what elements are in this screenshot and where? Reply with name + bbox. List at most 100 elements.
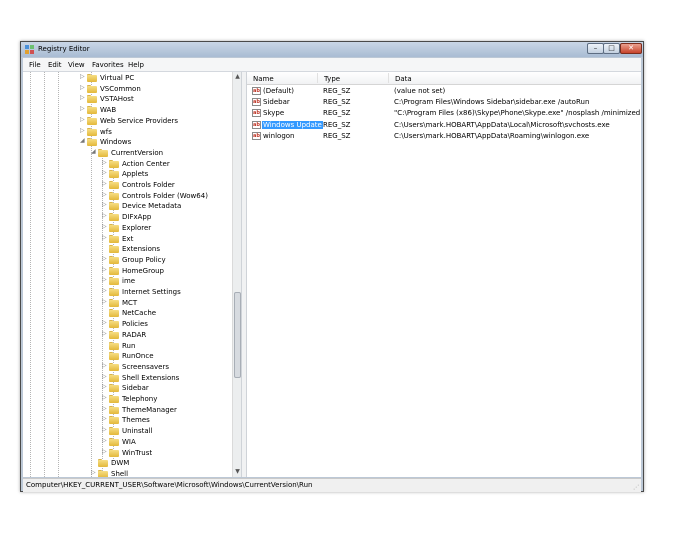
- column-header-type[interactable]: Type: [324, 75, 340, 83]
- tree-item[interactable]: ▷ Policies: [23, 319, 232, 329]
- tree-item[interactable]: ▷ wfs: [23, 127, 232, 137]
- tree-item[interactable]: ▷ Device Metadata: [23, 201, 232, 211]
- expand-arrow-icon[interactable]: ▷: [80, 116, 86, 123]
- expand-arrow-icon[interactable]: ▷: [102, 266, 108, 273]
- tree-item[interactable]: ▷ Internet Settings: [23, 287, 232, 297]
- scrollbar-thumb[interactable]: [234, 292, 241, 378]
- expand-arrow-icon[interactable]: ▷: [102, 276, 108, 283]
- tree-item[interactable]: ▷ Telephony: [23, 394, 232, 404]
- tree-item[interactable]: ▷ MCT: [23, 298, 232, 308]
- tree-item[interactable]: ▷ Applets: [23, 169, 232, 179]
- collapse-arrow-icon[interactable]: ◢: [80, 137, 86, 144]
- close-button[interactable]: ✕: [620, 43, 642, 54]
- expand-arrow-icon[interactable]: ▷: [102, 383, 108, 390]
- tree-item[interactable]: Extensions: [23, 244, 232, 254]
- tree-item-label: Explorer: [122, 223, 152, 232]
- tree-item[interactable]: ▷ Controls Folder: [23, 180, 232, 190]
- expand-arrow-icon[interactable]: ▷: [102, 362, 108, 369]
- expand-arrow-icon[interactable]: ▷: [102, 287, 108, 294]
- tree-item[interactable]: ▷ VSCommon: [23, 84, 232, 94]
- tree-item[interactable]: ▷ Web Service Providers: [23, 116, 232, 126]
- value-row[interactable]: ab Sidebar REG_SZ C:\Program Files\Windows …: [247, 97, 641, 108]
- tree-item[interactable]: DWM: [23, 458, 232, 468]
- menu-view[interactable]: View: [68, 61, 85, 69]
- value-row[interactable]: ab Windows Update REG_SZ C:\Users\mark.HOBA…: [247, 120, 641, 131]
- expand-arrow-icon[interactable]: ▷: [102, 373, 108, 380]
- expand-arrow-icon[interactable]: ▷: [102, 191, 108, 198]
- expand-arrow-icon[interactable]: ▷: [80, 84, 86, 91]
- menu-file[interactable]: File: [29, 61, 41, 69]
- value-type: REG_SZ: [323, 120, 351, 129]
- column-header-data[interactable]: Data: [395, 75, 412, 83]
- expand-arrow-icon[interactable]: ▷: [102, 234, 108, 241]
- expand-arrow-icon[interactable]: ▷: [102, 426, 108, 433]
- tree-item[interactable]: ▷ Controls Folder (Wow64): [23, 191, 232, 201]
- expand-arrow-icon[interactable]: ▷: [102, 212, 108, 219]
- expand-arrow-icon[interactable]: ▷: [102, 159, 108, 166]
- expand-arrow-icon[interactable]: ▷: [102, 201, 108, 208]
- tree-item[interactable]: ▷ Screensavers: [23, 362, 232, 372]
- tree-item-label: Group Policy: [122, 255, 166, 264]
- expand-arrow-icon[interactable]: ▷: [102, 255, 108, 262]
- tree-item[interactable]: ▷ Group Policy: [23, 255, 232, 265]
- tree-item[interactable]: ▷ Explorer: [23, 223, 232, 233]
- value-row[interactable]: ab (Default) REG_SZ (value not set): [247, 86, 641, 97]
- expand-arrow-icon[interactable]: ▷: [102, 319, 108, 326]
- resize-grip-icon[interactable]: ⋰: [633, 484, 639, 491]
- tree-item[interactable]: ▷ Sidebar: [23, 383, 232, 393]
- menu-edit[interactable]: Edit: [48, 61, 62, 69]
- expand-arrow-icon[interactable]: ▷: [102, 169, 108, 176]
- expand-arrow-icon[interactable]: ▷: [80, 105, 86, 112]
- tree-item[interactable]: ▷ WinTrust: [23, 448, 232, 458]
- tree-item[interactable]: ▷ Uninstall: [23, 426, 232, 436]
- tree-item[interactable]: NetCache: [23, 308, 232, 318]
- tree-item[interactable]: ▷ Virtual PC: [23, 73, 232, 83]
- tree-item[interactable]: ▷ Ext: [23, 234, 232, 244]
- tree-item[interactable]: ▷ ThemeManager: [23, 405, 232, 415]
- expand-arrow-icon[interactable]: ▷: [102, 394, 108, 401]
- expand-arrow-icon[interactable]: ▷: [102, 437, 108, 444]
- tree-item[interactable]: ▷ DIFxApp: [23, 212, 232, 222]
- expand-arrow-icon[interactable]: ▷: [102, 415, 108, 422]
- tree-item[interactable]: ▷ Action Center: [23, 159, 232, 169]
- expand-arrow-icon[interactable]: ▷: [102, 298, 108, 305]
- maximize-button[interactable]: □: [603, 43, 620, 54]
- column-divider[interactable]: [388, 73, 389, 83]
- expand-arrow-icon[interactable]: ▷: [102, 330, 108, 337]
- tree-item[interactable]: ▷ Shell Extensions: [23, 373, 232, 383]
- scroll-down-arrow-icon[interactable]: ▼: [234, 468, 241, 476]
- expand-arrow-icon[interactable]: ▷: [102, 448, 108, 455]
- tree-item[interactable]: ◢ CurrentVersion: [23, 148, 232, 158]
- menu-help[interactable]: Help: [128, 61, 144, 69]
- expand-arrow-icon[interactable]: ▷: [80, 127, 86, 134]
- tree-item[interactable]: ▷ Shell: [23, 469, 232, 477]
- tree-item[interactable]: ▷ Themes: [23, 415, 232, 425]
- collapse-arrow-icon[interactable]: ◢: [91, 148, 97, 155]
- scroll-up-arrow-icon[interactable]: ▲: [234, 73, 241, 81]
- tree-item[interactable]: ◢ Windows: [23, 137, 232, 147]
- folder-icon: [87, 84, 97, 93]
- column-divider[interactable]: [317, 73, 318, 83]
- tree-item[interactable]: Run: [23, 341, 232, 351]
- tree-item[interactable]: ▷ WIA: [23, 437, 232, 447]
- title-bar[interactable]: Registry Editor – □ ✕: [21, 42, 643, 57]
- expand-arrow-icon[interactable]: ▷: [80, 73, 86, 80]
- tree-item-label: Sidebar: [122, 384, 149, 393]
- tree-item-label: Ext: [122, 234, 134, 243]
- column-header-name[interactable]: Name: [253, 75, 274, 83]
- tree-item[interactable]: ▷ RADAR: [23, 330, 232, 340]
- tree-item[interactable]: RunOnce: [23, 351, 232, 361]
- value-row[interactable]: ab winlogon REG_SZ C:\Users\mark.HOBART\App…: [247, 131, 641, 142]
- menu-favorites[interactable]: Favorites: [92, 61, 124, 69]
- tree-item[interactable]: ▷ ime: [23, 276, 232, 286]
- tree-item[interactable]: ▷ HomeGroup: [23, 266, 232, 276]
- minimize-button[interactable]: –: [587, 43, 604, 54]
- tree-item[interactable]: ▷ WAB: [23, 105, 232, 115]
- expand-arrow-icon[interactable]: ▷: [102, 405, 108, 412]
- expand-arrow-icon[interactable]: ▷: [102, 180, 108, 187]
- value-row[interactable]: ab Skype REG_SZ "C:\Program Files (x86)\Sky…: [247, 108, 641, 119]
- expand-arrow-icon[interactable]: ▷: [102, 223, 108, 230]
- expand-arrow-icon[interactable]: ▷: [80, 94, 86, 101]
- expand-arrow-icon[interactable]: ▷: [91, 469, 97, 476]
- tree-item[interactable]: ▷ VSTAHost: [23, 94, 232, 104]
